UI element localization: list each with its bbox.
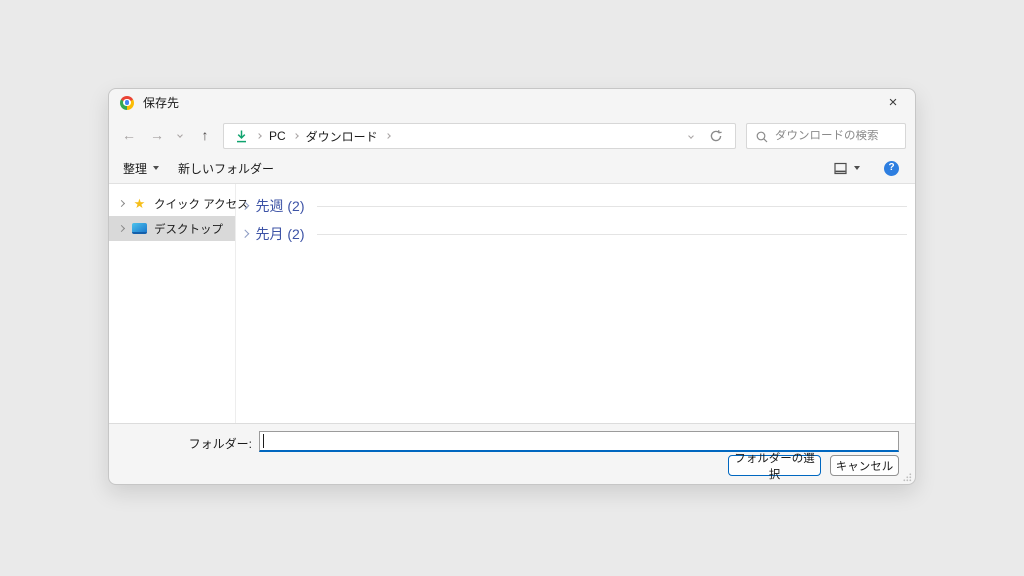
group-collapse-chevron-icon[interactable] — [241, 230, 249, 238]
breadcrumb-separator-icon — [293, 133, 299, 139]
title-bar: 保存先 × — [109, 89, 915, 116]
back-button[interactable]: ← — [117, 116, 141, 153]
new-folder-label: 新しいフォルダー — [178, 160, 274, 177]
file-group-last-month[interactable]: 先月 (2) — [236, 220, 915, 248]
group-divider — [317, 234, 908, 235]
main-content: ★ クイック アクセス デスクトップ 先週 (2) 先月 (2) — [109, 184, 915, 423]
close-icon: × — [889, 94, 898, 111]
refresh-button[interactable] — [709, 129, 723, 143]
group-divider — [317, 206, 908, 207]
footer-bar: フォルダー: フォルダーの選択 キャンセル — [109, 423, 915, 484]
cancel-label: キャンセル — [836, 458, 894, 474]
breadcrumb-downloads[interactable]: ダウンロード — [306, 128, 378, 145]
desktop-background: { "window": { "title": "保存先" }, "icons":… — [0, 0, 1024, 576]
sidebar-item-quick-access[interactable]: ★ クイック アクセス — [109, 191, 235, 216]
expand-chevron-icon[interactable] — [118, 225, 125, 232]
sidebar-item-desktop[interactable]: デスクトップ — [109, 216, 235, 241]
address-bar[interactable]: PC ダウンロード — [223, 123, 736, 149]
file-list: 先週 (2) 先月 (2) — [236, 184, 915, 423]
text-caret — [263, 434, 264, 448]
resize-grip[interactable] — [902, 472, 912, 482]
navigation-row: ← → ↑ PC ダウンロード — [109, 116, 915, 153]
group-header-label: 先月 (2) — [256, 224, 305, 244]
group-header-label: 先週 (2) — [256, 196, 305, 216]
select-folder-label: フォルダーの選択 — [729, 450, 820, 482]
new-folder-button[interactable]: 新しいフォルダー — [178, 153, 274, 183]
command-toolbar: 整理 新しいフォルダー ? — [109, 153, 915, 184]
sidebar-item-label: デスクトップ — [154, 221, 223, 237]
address-history-dropdown[interactable] — [689, 134, 693, 138]
group-collapse-chevron-icon[interactable] — [241, 202, 249, 210]
help-button[interactable]: ? — [884, 161, 899, 176]
organize-button[interactable]: 整理 — [123, 153, 159, 183]
up-button[interactable]: ↑ — [193, 116, 217, 153]
expand-chevron-icon[interactable] — [118, 200, 125, 207]
change-view-button[interactable] — [833, 153, 860, 183]
window-title: 保存先 — [143, 94, 179, 111]
organize-label: 整理 — [123, 160, 147, 177]
chevron-down-icon — [688, 133, 694, 139]
desktop-monitor-icon — [131, 223, 148, 234]
navigation-sidebar: ★ クイック アクセス デスクトップ — [109, 184, 236, 423]
chrome-app-icon — [120, 96, 134, 110]
folder-picker-dialog: 保存先 × ← → ↑ PC — [108, 88, 916, 485]
dropdown-triangle-icon — [854, 166, 860, 170]
breadcrumb-separator-icon — [385, 133, 391, 139]
breadcrumb-pc[interactable]: PC — [269, 129, 286, 143]
forward-button[interactable]: → — [145, 116, 169, 153]
file-group-last-week[interactable]: 先週 (2) — [236, 192, 915, 220]
back-icon: ← — [122, 127, 136, 143]
search-input[interactable] — [747, 130, 905, 142]
search-box — [746, 123, 906, 149]
downloads-folder-icon — [234, 129, 249, 144]
cancel-button[interactable]: キャンセル — [830, 455, 899, 476]
search-icon — [755, 130, 769, 144]
close-button[interactable]: × — [878, 91, 908, 114]
select-folder-button[interactable]: フォルダーの選択 — [728, 455, 821, 476]
sidebar-item-label: クイック アクセス — [154, 196, 249, 212]
breadcrumb-separator-icon — [256, 133, 262, 139]
refresh-icon — [709, 129, 723, 143]
up-icon: ↑ — [202, 127, 209, 143]
dropdown-triangle-icon — [153, 166, 159, 170]
folder-field-label: フォルダー: — [109, 435, 252, 452]
forward-icon: → — [150, 127, 164, 143]
help-icon: ? — [884, 161, 899, 176]
quick-access-star-icon: ★ — [131, 197, 148, 210]
recent-locations-dropdown[interactable] — [171, 116, 189, 153]
view-layout-icon — [833, 161, 848, 176]
chevron-down-icon — [177, 132, 183, 138]
